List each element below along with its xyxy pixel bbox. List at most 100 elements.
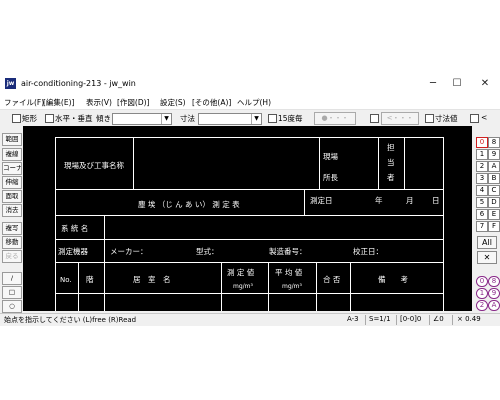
status-divider bbox=[396, 315, 397, 325]
col-note: 備 考 bbox=[378, 274, 408, 284]
minimize-button[interactable]: ─ bbox=[422, 76, 444, 92]
layer-9-button[interactable]: 9 bbox=[488, 149, 500, 160]
status-scale[interactable]: A-3 bbox=[347, 315, 359, 323]
last-checkbox[interactable] bbox=[470, 114, 479, 123]
tool-move[interactable]: 移動 bbox=[2, 236, 22, 249]
drawing-canvas[interactable]: 現場及び工事名称 現場 所長 担 当 者 塵 埃 （じ ん あ い） 測 定 表… bbox=[23, 126, 472, 311]
left-tool-panel: 範囲 複線 コーナー 伸縮 面取 消去 複写 移動 戻る / □ ○ bbox=[0, 126, 22, 313]
month-label: 月 bbox=[406, 196, 414, 205]
layer-a-button[interactable]: A bbox=[488, 161, 500, 172]
col-room: 居 室 名 bbox=[133, 274, 171, 284]
serial-label: 製造番号： bbox=[269, 246, 307, 256]
layer-2-button[interactable]: 2 bbox=[476, 161, 488, 172]
tool-circle-icon[interactable]: ○ bbox=[2, 300, 22, 313]
director-label: 所長 bbox=[323, 172, 338, 182]
year-label: 年 bbox=[375, 195, 383, 205]
dimval-checkbox[interactable] bbox=[425, 114, 434, 123]
layer-d-button[interactable]: D bbox=[488, 197, 500, 208]
layer-cross-icon[interactable]: ✕ bbox=[477, 251, 497, 264]
tool-erase[interactable]: 消去 bbox=[2, 204, 22, 217]
rect-label: 矩形 bbox=[22, 114, 37, 123]
col-average: 平 均 値 bbox=[275, 267, 303, 277]
date-label: 測定日 bbox=[310, 195, 333, 205]
group-2-button[interactable]: 2 bbox=[476, 300, 488, 311]
chevron-down-icon: ▼ bbox=[251, 114, 261, 124]
layer-8-button[interactable]: 8 bbox=[488, 137, 500, 148]
unit-measured: mg/m³ bbox=[233, 283, 254, 290]
dimval-label: 寸法値 bbox=[435, 114, 458, 123]
chevron-down-icon: ▼ bbox=[161, 114, 171, 124]
tool-chamfer[interactable]: 面取 bbox=[2, 190, 22, 203]
status-message: 始点を指示してください (L)free (R)Read bbox=[4, 316, 137, 324]
layer-5-button[interactable]: 5 bbox=[476, 197, 488, 208]
tool-stretch[interactable]: 伸縮 bbox=[2, 176, 22, 189]
tilt-combo[interactable]: ▼ bbox=[112, 113, 172, 125]
charge-label-2: 当 bbox=[387, 157, 395, 167]
status-layer[interactable]: [0-0]0 bbox=[400, 315, 421, 323]
col-pass: 合 否 bbox=[323, 274, 341, 284]
menu-other[interactable]: [その他(A)] bbox=[192, 97, 231, 108]
group-8-button[interactable]: 8 bbox=[488, 276, 500, 287]
layer-4-button[interactable]: 4 bbox=[476, 185, 488, 196]
calib-label: 校正日： bbox=[353, 246, 383, 256]
group-0-button[interactable]: 0 bbox=[476, 276, 488, 287]
layer-7-button[interactable]: 7 bbox=[476, 221, 488, 232]
status-divider bbox=[365, 315, 366, 325]
layer-f-button[interactable]: F bbox=[488, 221, 500, 232]
close-button[interactable]: ✕ bbox=[474, 76, 496, 92]
tool-undo[interactable]: 戻る bbox=[2, 250, 22, 263]
deg15-label: 15度毎 bbox=[278, 114, 303, 123]
hv-label: 水平・垂直 bbox=[55, 114, 93, 123]
col-no: No. bbox=[60, 276, 72, 284]
opt-checkbox[interactable] bbox=[370, 114, 379, 123]
disabled-button-1[interactable]: ●・・・ bbox=[314, 112, 356, 125]
group-1-button[interactable]: 1 bbox=[476, 288, 488, 299]
menu-settings[interactable]: 設定(S) bbox=[160, 97, 186, 108]
all-layers-button[interactable]: All bbox=[477, 236, 497, 249]
group-a-button[interactable]: A bbox=[488, 300, 500, 311]
status-ratio[interactable]: S=1/1 bbox=[369, 315, 391, 323]
day-label: 日 bbox=[432, 196, 440, 205]
right-layer-panel: 0 8 1 9 2 A 3 B 4 C 5 D 6 E 7 F All ✕ 0 … bbox=[474, 126, 500, 313]
tool-range[interactable]: 範囲 bbox=[2, 133, 22, 146]
tool-line-icon[interactable]: / bbox=[2, 272, 22, 285]
layer-6-button[interactable]: 6 bbox=[476, 209, 488, 220]
model-label: 型式： bbox=[196, 246, 219, 256]
window-title: air-conditioning-213 - jw_win bbox=[21, 79, 136, 88]
project-name-label: 現場及び工事名称 bbox=[64, 160, 124, 170]
form-title: 塵 埃 （じ ん あ い） 測 定 表 bbox=[138, 199, 240, 209]
maker-label: メーカー： bbox=[110, 247, 148, 256]
dim-combo[interactable]: ▼ bbox=[198, 113, 262, 125]
menu-file[interactable]: ファイル(F) bbox=[4, 97, 44, 108]
menu-view[interactable]: 表示(V) bbox=[86, 97, 112, 108]
menu-edit[interactable]: [編集(E)] bbox=[43, 97, 74, 108]
layer-e-button[interactable]: E bbox=[488, 209, 500, 220]
tool-rect-icon[interactable]: □ bbox=[2, 286, 22, 299]
menu-bar: ファイル(F) [編集(E)] 表示(V) [作図(D)] 設定(S) [その他… bbox=[0, 95, 500, 109]
tool-corner[interactable]: コーナー bbox=[2, 162, 22, 175]
menu-draw[interactable]: [作図(D)] bbox=[117, 97, 149, 108]
menu-help[interactable]: ヘルプ(H) bbox=[237, 97, 271, 108]
status-zoom[interactable]: × 0.49 bbox=[457, 315, 481, 323]
col-floor: 階 bbox=[86, 274, 94, 284]
hv-checkbox[interactable] bbox=[45, 114, 54, 123]
layer-b-button[interactable]: B bbox=[488, 173, 500, 184]
deg15-checkbox[interactable] bbox=[268, 114, 277, 123]
maximize-button[interactable]: ☐ bbox=[446, 76, 468, 92]
disabled-button-2[interactable]: <・・・ bbox=[381, 112, 419, 125]
layer-c-button[interactable]: C bbox=[488, 185, 500, 196]
tool-offset[interactable]: 複線 bbox=[2, 148, 22, 161]
status-angle[interactable]: ∠0 bbox=[433, 315, 444, 323]
rect-checkbox[interactable] bbox=[12, 114, 21, 123]
layer-3-button[interactable]: 3 bbox=[476, 173, 488, 184]
application-window: jw air-conditioning-213 - jw_win ─ ☐ ✕ フ… bbox=[0, 73, 500, 326]
charge-label-3: 者 bbox=[387, 173, 395, 182]
tool-copy[interactable]: 複写 bbox=[2, 222, 22, 235]
drawing-svg: 現場及び工事名称 現場 所長 担 当 者 塵 埃 （じ ん あ い） 測 定 表… bbox=[55, 137, 444, 311]
status-divider bbox=[429, 315, 430, 325]
layer-1-button[interactable]: 1 bbox=[476, 149, 488, 160]
group-9-button[interactable]: 9 bbox=[488, 288, 500, 299]
layer-0-button[interactable]: 0 bbox=[476, 137, 488, 148]
col-measured: 測 定 値 bbox=[227, 267, 255, 277]
site-label: 現場 bbox=[323, 151, 338, 161]
